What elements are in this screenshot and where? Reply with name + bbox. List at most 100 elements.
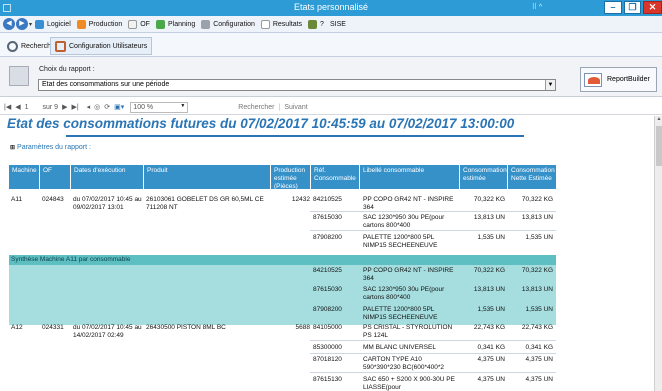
of-cell: 024843 [42,196,64,203]
ref-cell: 84105000 [313,324,342,331]
tab-configuration-utilisateurs[interactable]: Configuration Utilisateurs [50,37,153,55]
ref-cell: 87615030 [313,214,342,221]
of-cell: 024331 [42,324,64,331]
save-export-icon[interactable]: ▣▾ [114,103,124,111]
conso-nette-cell: 70,322 KG [521,196,553,203]
forward-button[interactable]: ▶ [16,18,28,30]
first-page-icon[interactable]: |◀ [4,103,11,111]
report-viewport: Etat des consommations futures du 07/02/… [0,116,654,391]
header-libelle: Libellé consommable [360,165,460,189]
maximize-button[interactable]: ❐ [624,1,641,14]
stop-icon[interactable]: ◎ [94,103,100,111]
of-icon [128,19,138,29]
header-produit: Produit [144,165,271,189]
search-icon [7,40,18,52]
search-link[interactable]: Rechercher [238,104,274,111]
conso-nette-cell: 0,341 KG [525,344,553,351]
conso-cell: 1,535 UN [477,234,505,241]
conso-nette-cell: 22,743 KG [521,324,553,331]
configuration-icon [201,19,211,29]
machine-cell: A12 [11,324,23,331]
menu-of[interactable]: OF [128,19,150,29]
expand-icon: ⊞ [10,145,16,151]
conso-cell: 4,375 UN [477,356,505,363]
libelle-cell: MM BLANC UNIVERSEL [363,344,436,351]
chevron-down-icon[interactable]: ▼ [545,80,555,90]
menu-help[interactable]: ? [308,19,324,29]
ref-cell: 87615030 [313,286,342,293]
ref-cell: 87908200 [313,234,342,241]
history-dropdown-icon[interactable]: ▾ [29,21,32,28]
conso-cell: 22,743 KG [473,324,505,331]
report-toolbar: |◀ ◀ 1 sur 9 ▶ ▶| ◂ ◎ ⟳ ▣▾ 100 % ▼ Recher… [0,100,662,115]
prev-page-icon[interactable]: ◀ [15,103,20,111]
conso-cell: 70,322 KG [473,267,505,274]
vertical-scrollbar[interactable]: ▲ [654,116,662,391]
conso-nette-cell: 13,813 UN [521,286,553,293]
app-window: Etats personnalisé ⠿ ^ – ❐ ✕ ◀ ▶ ▾ Logic… [0,0,662,391]
ref-cell: 87908200 [313,306,342,313]
libelle-cell: SAC 1230*950 30u PE(pour cartons 800*400 [363,286,445,301]
conso-cell: 13,813 UN [473,286,505,293]
conso-cell: 70,322 KG [473,196,505,203]
menu-production[interactable]: Production [76,19,122,29]
production-icon [76,19,86,29]
next-link[interactable]: Suivant [284,104,307,111]
report-builder-icon [584,72,602,87]
header-of: OF [40,165,71,189]
scroll-up-icon[interactable]: ▲ [655,116,662,124]
zoom-select[interactable]: 100 % ▼ [130,101,189,113]
conso-cell: 4,375 UN [477,376,505,383]
dates-cell: du 07/02/2017 10:45 au 14/02/2017 02:49 [73,324,142,339]
restore-hint-icon: ⠿ ^ [531,4,543,11]
ref-cell: 87018120 [313,356,342,363]
ref-cell: 85300000 [313,344,342,351]
ref-cell: 84210525 [313,267,342,274]
logiciel-icon [35,19,45,29]
conso-nette-cell: 1,535 UN [525,234,553,241]
page-input[interactable]: 1 [25,104,29,111]
back-report-icon[interactable]: ◂ [87,103,91,111]
report-builder-button[interactable]: ReportBuilder [580,67,657,92]
product-cell: 26103061 GOBELET DS GR 60,5ML CE 711208 … [146,196,264,211]
ref-cell: 87615130 [313,376,342,383]
report-title: Etat des consommations futures du 07/02/… [7,116,515,131]
window-title: Etats personnalisé [293,2,369,12]
scroll-thumb[interactable] [656,126,662,166]
production-cell: 5688 [295,324,310,331]
last-page-icon[interactable]: ▶| [71,103,78,111]
resultats-icon [260,19,270,29]
next-page-icon[interactable]: ▶ [62,103,67,111]
menu-bar: ◀ ▶ ▾ Logiciel Production OF Planning Co… [0,16,662,33]
close-button[interactable]: ✕ [643,1,662,14]
minimize-button[interactable]: – [604,1,622,14]
back-button[interactable]: ◀ [3,18,15,30]
help-icon [308,19,318,29]
conso-nette-cell: 13,813 UN [521,214,553,221]
synthesis-header: Synthèse Machine A11 par consommable [9,255,556,265]
conso-nette-cell: 4,375 UN [525,376,553,383]
libelle-cell: PALETTE 1200*800 5PL NIMP15 SECHEENEUVE [363,306,438,321]
refresh-icon[interactable]: ⟳ [104,103,110,111]
title-bar: Etats personnalisé ⠿ ^ – ❐ ✕ [0,0,662,16]
title-rule [66,135,524,137]
planning-icon [155,19,165,29]
report-params-toggle[interactable]: ⊞ Paramètres du rapport : [10,144,91,151]
menu-resultats[interactable]: Resultats [260,19,302,29]
conso-nette-cell: 4,375 UN [525,356,553,363]
report-select[interactable]: Etat des consommations sur une période ▼ [38,79,556,91]
conso-cell: 13,813 UN [473,214,505,221]
menu-planning[interactable]: Planning [155,19,195,29]
menu-configuration[interactable]: Configuration [201,19,255,29]
header-dates: Dates d'exécution [71,165,144,189]
conso-nette-cell: 1,535 UN [525,306,553,313]
ref-cell: 84210525 [313,196,342,203]
menu-sise[interactable]: SISE [330,21,346,28]
libelle-cell: SAC 1230*950 30u PE(pour cartons 800*400 [363,214,445,229]
conso-cell: 0,341 KG [477,344,505,351]
libelle-cell: PALETTE 1200*800 5PL NIMP15 SECHEENEUVE [363,234,438,249]
tab-bar: Recherche Configuration Utilisateurs [0,33,662,57]
page-count: sur 9 [42,103,59,111]
menu-logiciel[interactable]: Logiciel [35,19,71,29]
conso-nette-cell: 70,322 KG [521,267,553,274]
